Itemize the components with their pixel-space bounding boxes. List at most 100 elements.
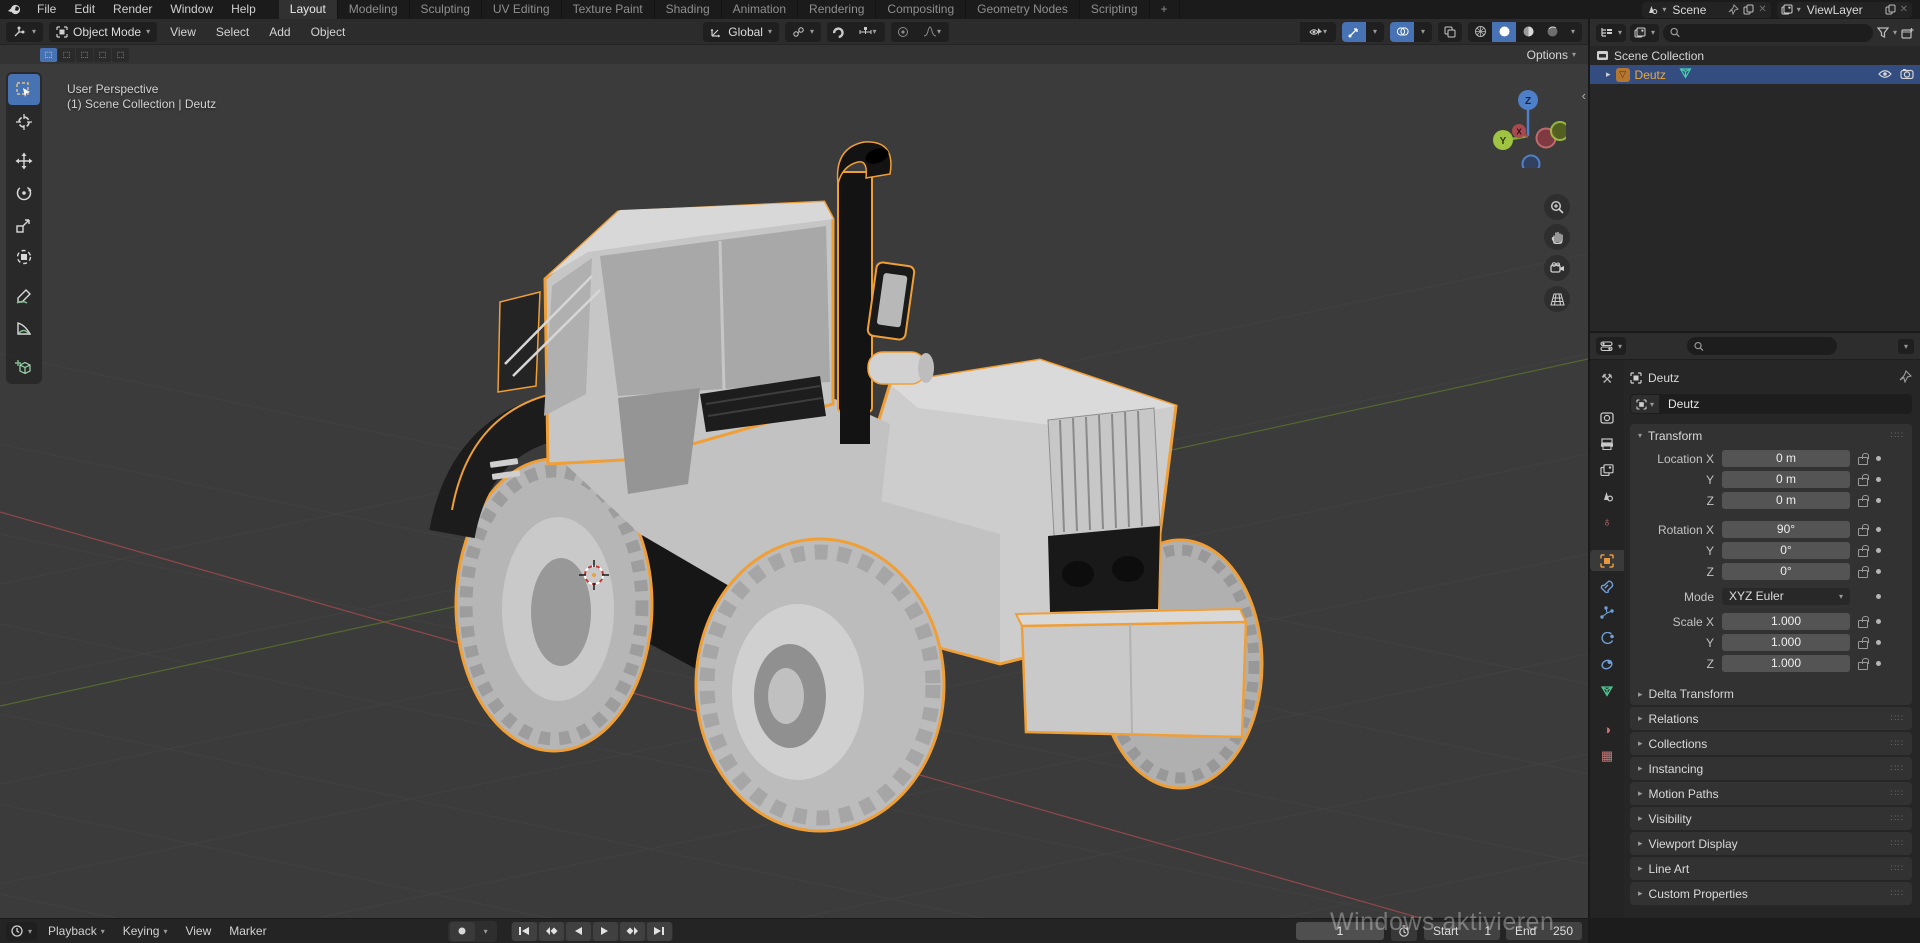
transform-panel-header[interactable]: ▾ Transform ∷∷ bbox=[1630, 424, 1912, 447]
scale-z-field[interactable]: 1.000 bbox=[1722, 655, 1850, 672]
properties-options-dropdown[interactable]: ▾ bbox=[1898, 339, 1914, 354]
rotation-y-field[interactable]: 0° bbox=[1722, 542, 1850, 559]
new-layer-icon[interactable] bbox=[1885, 4, 1896, 15]
lock-icon[interactable] bbox=[1858, 549, 1868, 557]
menu-keying[interactable]: Keying▾ bbox=[116, 924, 175, 938]
xray-toggle[interactable] bbox=[1438, 22, 1462, 42]
previous-keyframe-button[interactable] bbox=[539, 922, 564, 941]
shading-dropdown[interactable]: ▾ bbox=[1564, 22, 1582, 42]
frame-end-field[interactable]: End250 bbox=[1506, 922, 1582, 940]
tool-measure[interactable] bbox=[8, 312, 40, 343]
tab-modifiers[interactable] bbox=[1592, 576, 1622, 597]
breadcrumb-object-name[interactable]: Deutz bbox=[1648, 371, 1679, 385]
snap-toggle[interactable] bbox=[827, 22, 851, 42]
tab-geometry-nodes[interactable]: Geometry Nodes bbox=[966, 0, 1080, 19]
select-mode-extend[interactable]: ⬚ bbox=[58, 48, 75, 62]
object-name-field[interactable]: Deutz bbox=[1660, 394, 1912, 414]
tool-move[interactable] bbox=[8, 145, 40, 176]
jump-to-end-button[interactable] bbox=[647, 922, 672, 941]
tractor-model[interactable] bbox=[452, 142, 1262, 831]
shading-wireframe-button[interactable] bbox=[1468, 22, 1492, 42]
tool-transform[interactable] bbox=[8, 241, 40, 272]
menu-help[interactable]: Help bbox=[222, 0, 265, 19]
tab-constraints[interactable] bbox=[1592, 654, 1622, 675]
keying-set-dropdown[interactable]: ▾ bbox=[477, 922, 495, 941]
menu-select[interactable]: Select bbox=[209, 25, 256, 39]
properties-editor-type-button[interactable]: ▾ bbox=[1596, 337, 1626, 355]
tab-scripting[interactable]: Scripting bbox=[1080, 0, 1150, 19]
lock-icon[interactable] bbox=[1858, 478, 1868, 486]
menu-view[interactable]: View bbox=[178, 924, 218, 938]
animate-dot-icon[interactable] bbox=[1876, 498, 1881, 503]
new-scene-icon[interactable] bbox=[1743, 4, 1754, 15]
view-layer-selector[interactable]: ▾ ViewLayer ✕ bbox=[1777, 2, 1912, 18]
add-workspace-button[interactable]: + bbox=[1150, 0, 1180, 19]
outliner-display-mode-button[interactable]: ▾ bbox=[1630, 24, 1659, 42]
camera-view-button[interactable] bbox=[1544, 255, 1570, 281]
pin-icon[interactable] bbox=[1728, 4, 1739, 15]
tab-material[interactable]: ◑ bbox=[1592, 719, 1622, 740]
tool-scale[interactable] bbox=[8, 209, 40, 240]
new-collection-icon[interactable] bbox=[1901, 27, 1914, 39]
tab-view-layer[interactable] bbox=[1592, 459, 1622, 480]
select-mode-subtract[interactable]: ⬚ bbox=[76, 48, 93, 62]
lock-icon[interactable] bbox=[1858, 528, 1868, 536]
pin-icon[interactable] bbox=[1899, 370, 1912, 386]
animate-dot-icon[interactable] bbox=[1876, 548, 1881, 553]
viewport-3d[interactable]: User Perspective (1) Scene Collection | … bbox=[0, 64, 1588, 918]
tab-animation[interactable]: Animation bbox=[722, 0, 798, 19]
lock-icon[interactable] bbox=[1858, 499, 1868, 507]
proportional-editing-toggle[interactable] bbox=[891, 22, 915, 42]
tab-tool[interactable]: ⚒ bbox=[1592, 368, 1622, 389]
hide-eye-icon[interactable] bbox=[1878, 68, 1892, 82]
tab-compositing[interactable]: Compositing bbox=[876, 0, 966, 19]
tab-modeling[interactable]: Modeling bbox=[338, 0, 410, 19]
outliner-row-scene-collection[interactable]: Scene Collection bbox=[1590, 46, 1920, 65]
lock-icon[interactable] bbox=[1858, 457, 1868, 465]
play-button[interactable] bbox=[593, 922, 618, 941]
tab-object[interactable] bbox=[1590, 550, 1624, 571]
tab-world[interactable]: ♁ bbox=[1592, 511, 1622, 532]
animate-dot-icon[interactable] bbox=[1876, 569, 1881, 574]
next-keyframe-button[interactable] bbox=[620, 922, 645, 941]
tool-cursor[interactable] bbox=[8, 106, 40, 137]
panel-relations[interactable]: ▸Relations∷∷ bbox=[1630, 707, 1912, 730]
menu-playback[interactable]: Playback▾ bbox=[41, 924, 112, 938]
disable-render-camera-icon[interactable] bbox=[1900, 68, 1914, 82]
menu-view[interactable]: View bbox=[163, 25, 203, 39]
location-z-field[interactable]: 0 m bbox=[1722, 492, 1850, 509]
tab-layout[interactable]: Layout bbox=[279, 0, 338, 19]
animate-dot-icon[interactable] bbox=[1876, 661, 1881, 666]
select-mode-invert[interactable]: ⬚ bbox=[94, 48, 111, 62]
drag-handle-icon[interactable]: ∷∷ bbox=[1891, 430, 1904, 441]
tab-scene[interactable] bbox=[1592, 485, 1622, 506]
panel-viewport-display[interactable]: ▸Viewport Display∷∷ bbox=[1630, 832, 1912, 855]
outliner-row-deutz[interactable]: ▸ ▽ Deutz bbox=[1590, 65, 1920, 84]
pivot-point-selector[interactable]: ▾ bbox=[785, 22, 821, 42]
tool-annotate[interactable] bbox=[8, 280, 40, 311]
menu-add[interactable]: Add bbox=[262, 25, 297, 39]
select-mode-set[interactable]: ⬚ bbox=[40, 48, 57, 62]
filter-icon[interactable] bbox=[1877, 27, 1889, 38]
overlays-dropdown[interactable]: ▾ bbox=[1414, 22, 1432, 42]
animate-dot-icon[interactable] bbox=[1876, 640, 1881, 645]
expand-arrow-icon[interactable]: ▸ bbox=[1606, 69, 1611, 80]
overlays-toggle[interactable] bbox=[1390, 22, 1414, 42]
tab-object-data[interactable] bbox=[1592, 680, 1622, 701]
delta-transform-subpanel[interactable]: ▸ Delta Transform bbox=[1630, 683, 1912, 705]
outliner-search-input[interactable] bbox=[1684, 27, 1866, 39]
animate-dot-icon[interactable] bbox=[1876, 477, 1881, 482]
tab-output[interactable] bbox=[1592, 433, 1622, 454]
menu-window[interactable]: Window bbox=[161, 0, 222, 19]
menu-render[interactable]: Render bbox=[104, 0, 161, 19]
lock-icon[interactable] bbox=[1858, 570, 1868, 578]
panel-custom-properties[interactable]: ▸Custom Properties∷∷ bbox=[1630, 882, 1912, 905]
tab-physics[interactable] bbox=[1592, 628, 1622, 649]
sidebar-collapse-arrow[interactable]: ‹ bbox=[1582, 88, 1586, 103]
editor-type-button[interactable]: ▾ bbox=[6, 22, 43, 42]
panel-line-art[interactable]: ▸Line Art∷∷ bbox=[1630, 857, 1912, 880]
animate-dot-icon[interactable] bbox=[1876, 619, 1881, 624]
chevron-down-icon[interactable]: ▾ bbox=[1893, 28, 1897, 37]
rotation-x-field[interactable]: 90° bbox=[1722, 521, 1850, 538]
location-y-field[interactable]: 0 m bbox=[1722, 471, 1850, 488]
